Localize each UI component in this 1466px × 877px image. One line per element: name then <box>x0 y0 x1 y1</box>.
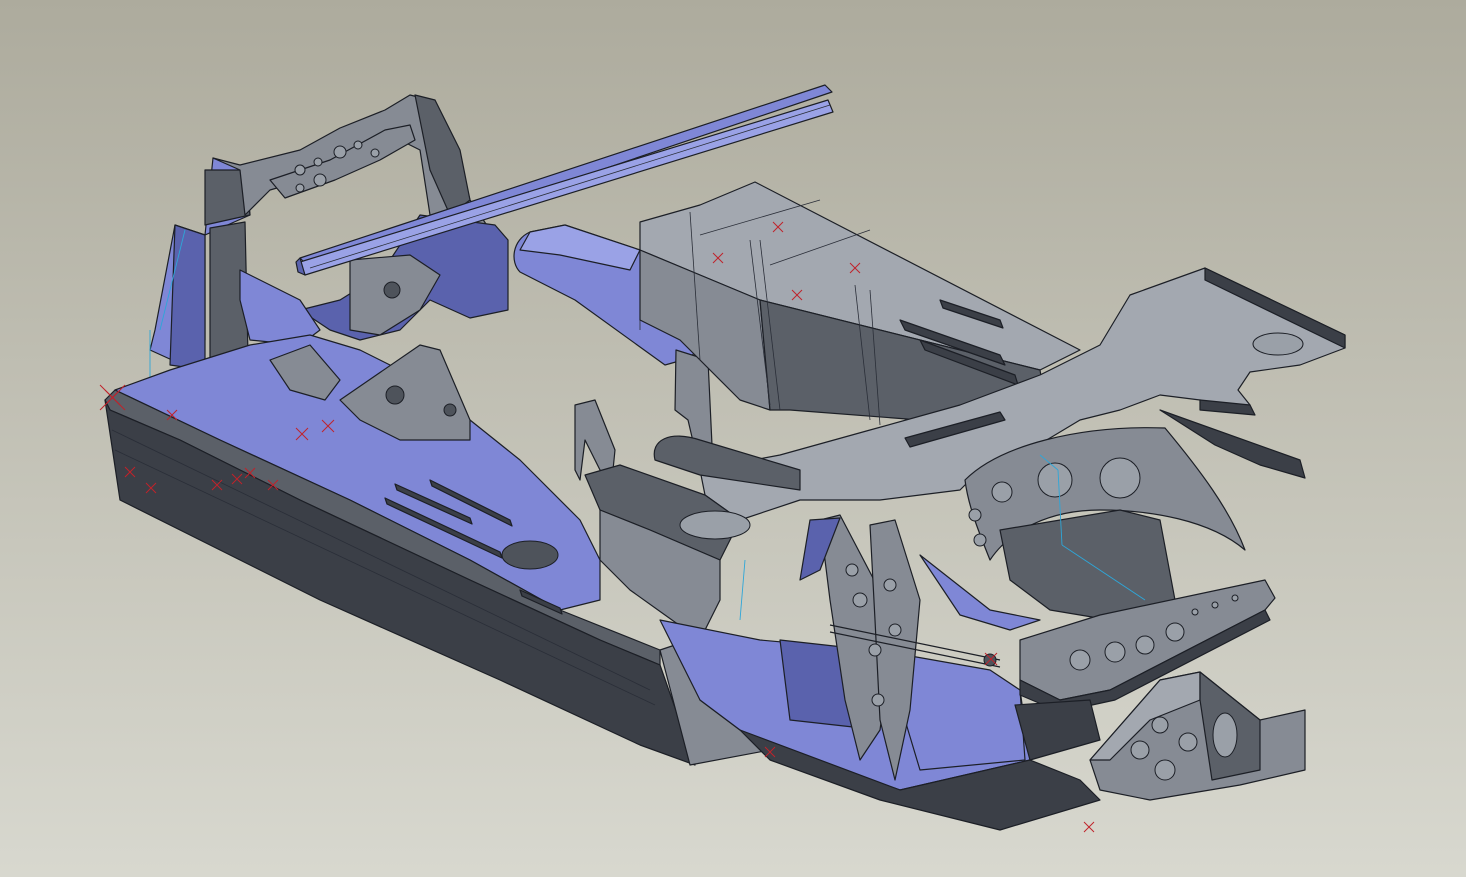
3d-viewport[interactable] <box>0 0 1466 877</box>
chassis-model[interactable] <box>0 0 1466 877</box>
arch-panel[interactable] <box>964 427 1246 621</box>
upper-frame-bracket[interactable] <box>149 94 509 380</box>
